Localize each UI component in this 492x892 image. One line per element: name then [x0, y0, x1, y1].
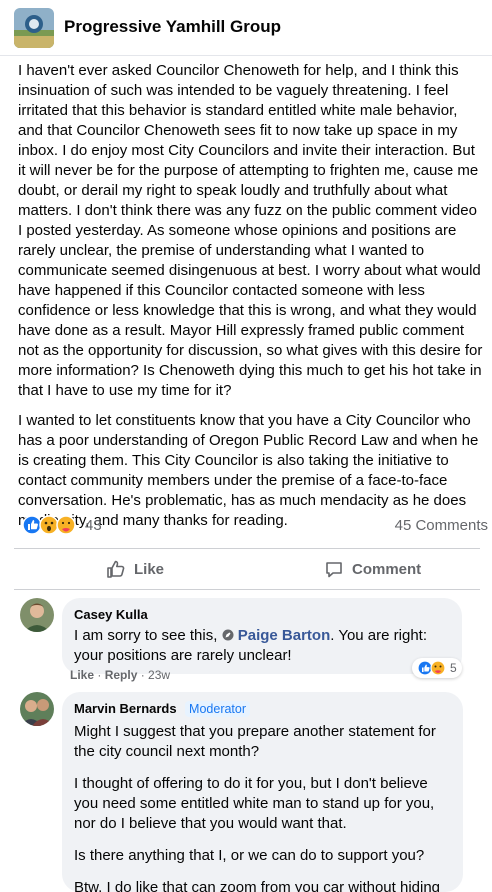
- mention-link[interactable]: Paige Barton: [222, 627, 330, 644]
- comment-paragraph: Might I suggest that you prepare another…: [74, 723, 436, 760]
- comment-bubble: Marvin Bernards Moderator Might I sugges…: [62, 692, 463, 892]
- comment-item: Casey Kulla I am sorry to see this, Paig…: [0, 598, 492, 688]
- post-paragraph: I haven't ever asked Councilor Chenoweth…: [18, 62, 483, 399]
- reaction-icons[interactable]: [22, 515, 80, 535]
- comment-paragraph: Btw, I do like that can zoom from you ca…: [74, 879, 441, 892]
- comment-button[interactable]: Comment: [324, 549, 421, 589]
- comment-reactions[interactable]: 5: [412, 658, 462, 678]
- comment-bubble: Casey Kulla I am sorry to see this, Paig…: [62, 598, 462, 674]
- moderator-badge: Moderator: [185, 701, 251, 717]
- post-text: I haven't ever asked Councilor Chenoweth…: [18, 61, 484, 541]
- action-bar: Like Comment: [14, 548, 480, 590]
- reactions-summary: 43 45 Comments: [0, 512, 492, 538]
- comment-item: Marvin Bernards Moderator Might I sugges…: [0, 692, 492, 892]
- care-reaction-icon: [56, 515, 76, 535]
- like-reaction-icon: [22, 515, 42, 535]
- like-label: Like: [134, 560, 165, 578]
- comments-count[interactable]: 45 Comments: [395, 517, 488, 534]
- group-photo[interactable]: [14, 8, 54, 48]
- comment-paragraph: Is there anything that I, or we can do t…: [74, 847, 425, 864]
- avatar[interactable]: [20, 598, 54, 632]
- group-name[interactable]: Progressive Yamhill Group: [64, 17, 281, 37]
- comment-label: Comment: [352, 560, 422, 578]
- comment-reply-link[interactable]: Reply: [105, 668, 138, 682]
- comment-meta: Like · Reply · 23w: [70, 668, 171, 682]
- like-reaction-icon: [417, 660, 446, 676]
- comment-time[interactable]: 23w: [148, 668, 170, 682]
- comment-paragraph: I thought of offering to do it for you, …: [74, 775, 435, 832]
- avatar[interactable]: [20, 692, 54, 726]
- comment-like-link[interactable]: Like: [70, 668, 94, 682]
- comment-text-start: I am sorry to see this,: [74, 627, 218, 644]
- thumbs-up-icon: [107, 560, 125, 578]
- wow-reaction-icon: [39, 515, 59, 535]
- comment-author[interactable]: Casey Kulla: [74, 607, 148, 622]
- group-header: Progressive Yamhill Group: [0, 0, 492, 56]
- comment-text: I am sorry to see this, Paige Barton. Yo…: [74, 626, 450, 666]
- mention-icon: [222, 629, 234, 641]
- comment-reaction-count: 5: [450, 661, 457, 675]
- comment-author[interactable]: Marvin Bernards: [74, 701, 177, 716]
- comment-text: Might I suggest that you prepare another…: [74, 722, 451, 892]
- reaction-count[interactable]: 43: [85, 517, 102, 534]
- like-button[interactable]: Like: [106, 549, 164, 589]
- comment-icon: [326, 562, 342, 578]
